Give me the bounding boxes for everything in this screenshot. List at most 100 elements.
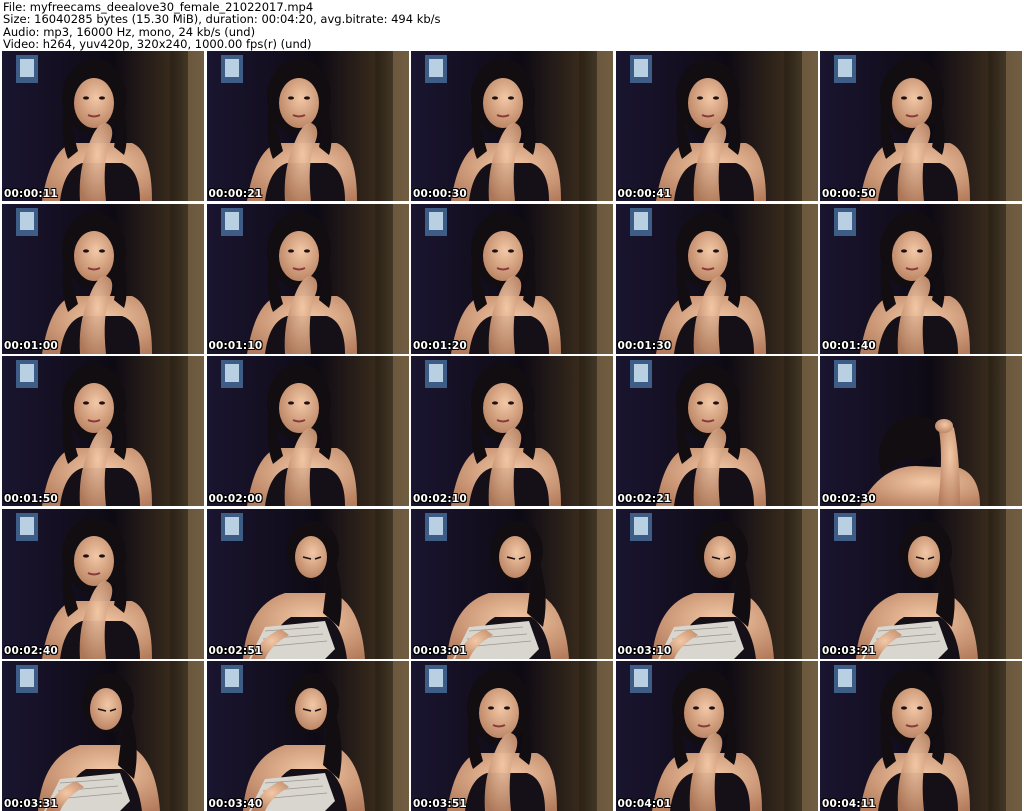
window-light [429, 669, 443, 687]
door-light [1006, 508, 1022, 659]
face [74, 78, 114, 128]
eye-right [917, 96, 923, 100]
eye-left [83, 248, 89, 253]
hand [935, 419, 953, 433]
face [479, 688, 519, 738]
frame-image [411, 51, 613, 201]
eye-left [692, 706, 699, 710]
eye-left [83, 553, 89, 558]
eye-left [901, 248, 907, 253]
thumbnail-frame: 00:02:51 [206, 508, 409, 659]
frame-timestamp: 00:01:30 [617, 340, 672, 352]
door-light [188, 51, 204, 201]
thumbnail-frame: 00:00:50 [820, 51, 1022, 201]
door-light [392, 203, 409, 354]
video-info-line: Video: h264, yuv420p, 320x240, 1000.00 f… [3, 36, 312, 51]
window-light [429, 516, 443, 535]
thumbnail-frame: 00:04:01 [615, 661, 818, 811]
eye-right [917, 248, 923, 253]
face [892, 688, 932, 738]
window-light [633, 364, 648, 382]
frame-timestamp: 00:02:21 [617, 492, 672, 505]
door-light [188, 661, 204, 811]
face [278, 383, 319, 433]
frame-timestamp: 00:03:51 [413, 797, 467, 810]
door-light [801, 508, 818, 659]
eye-right [508, 248, 514, 253]
door-light [1006, 51, 1022, 201]
eye-right [99, 248, 105, 253]
thumbnail-frame: 00:02:10 [411, 356, 613, 506]
face [687, 230, 728, 281]
eye-right [712, 248, 719, 253]
frame-image [615, 51, 818, 201]
face [892, 230, 932, 281]
thumbnail-grid: 00:00:11 00:00:21 00:00:30 00:00:41 00:00:50… [2, 51, 1022, 811]
size-duration-line: Size: 16040285 bytes (15.30 MiB), durati… [3, 12, 441, 27]
door-light [801, 661, 818, 811]
eye-right [504, 706, 510, 710]
face [278, 78, 319, 128]
window-light [224, 364, 239, 382]
door-light [597, 661, 613, 811]
eye-left [492, 96, 498, 100]
frame-timestamp: 00:03:40 [208, 797, 263, 810]
frame-image [615, 356, 818, 506]
eye-left [492, 401, 498, 405]
eye-right [99, 553, 105, 558]
window-light [633, 59, 648, 77]
frame-timestamp: 00:00:21 [208, 187, 263, 200]
thumbnail-frame: 00:01:20 [411, 203, 613, 354]
frame-image [820, 508, 1022, 659]
eye-right [303, 248, 310, 253]
door-light [392, 661, 409, 811]
door-light [392, 356, 409, 506]
frame-image [206, 51, 409, 201]
window-light [429, 364, 443, 382]
thumbnail-frame: 00:02:21 [615, 356, 818, 506]
window-light [429, 211, 443, 230]
frame-timestamp: 00:03:31 [4, 797, 58, 810]
frame-timestamp: 00:02:51 [208, 645, 263, 657]
face [294, 688, 327, 730]
eye-left [488, 706, 494, 710]
face [908, 535, 940, 578]
thumbnail-frame: 00:03:40 [206, 661, 409, 811]
thumbnail-frame: 00:03:31 [2, 661, 204, 811]
frame-image [820, 203, 1022, 354]
face [74, 230, 114, 281]
face [892, 78, 932, 128]
eye-right [917, 706, 923, 710]
face [90, 688, 122, 730]
thumbnail-frame: 00:01:40 [820, 203, 1022, 354]
window-light [224, 59, 239, 77]
door-light [188, 203, 204, 354]
thumbnail-frame: 00:00:41 [615, 51, 818, 201]
thumbnail-frame: 00:00:11 [2, 51, 204, 201]
window-light [838, 669, 852, 687]
window-light [20, 211, 34, 230]
thumbnail-frame: 00:01:30 [615, 203, 818, 354]
face [703, 535, 736, 578]
eye-left [287, 96, 294, 100]
frame-timestamp: 00:00:11 [4, 187, 58, 200]
face [499, 535, 531, 578]
thumbnail-frame: 00:03:10 [615, 508, 818, 659]
face [483, 230, 523, 281]
window-light [633, 669, 648, 687]
window-light [20, 364, 34, 382]
thumbnail-frame: 00:03:01 [411, 508, 613, 659]
window-light [20, 516, 34, 535]
thumbnail-frame: 00:02:40 [2, 508, 204, 659]
frame-image [411, 508, 613, 659]
eye-left [83, 401, 89, 405]
frame-timestamp: 00:01:20 [413, 340, 467, 352]
face [483, 78, 523, 128]
face [294, 535, 327, 578]
frame-image [820, 661, 1022, 811]
frame-image [615, 661, 818, 811]
door-light [188, 356, 204, 506]
frame-timestamp: 00:01:00 [4, 340, 58, 352]
door-light [1006, 661, 1022, 811]
eye-right [712, 96, 719, 100]
